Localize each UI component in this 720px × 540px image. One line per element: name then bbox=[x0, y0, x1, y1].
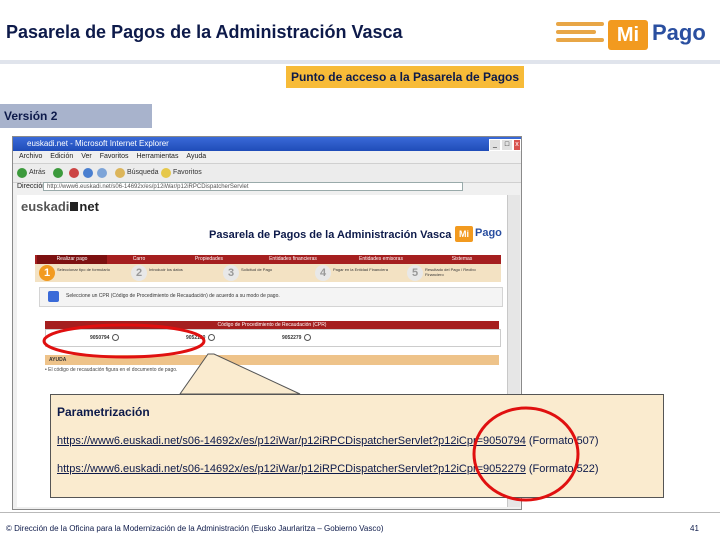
step-text: Seleccionar tipo de formulario bbox=[57, 267, 110, 272]
minimize-icon[interactable]: _ bbox=[489, 139, 501, 151]
cpr-option-label: 9052180 bbox=[186, 334, 206, 341]
tab-realizar-pago[interactable]: Realizar pago bbox=[37, 255, 107, 264]
tab-entidades-emisoras[interactable]: Entidades emisoras bbox=[339, 255, 423, 264]
cpr-url-link[interactable]: https://www6.euskadi.net/s06-14692x/es/p… bbox=[57, 435, 526, 447]
select-cpr-instruction: Seleccione un CPR (Código de Procedimien… bbox=[39, 287, 503, 307]
tab-sistemas[interactable]: Sistemas bbox=[427, 255, 497, 264]
euskadi-logo-a: euskadi bbox=[21, 199, 70, 214]
inner-tab-bar: Realizar pago Carro Propiedades Entidade… bbox=[35, 255, 501, 264]
search-icon[interactable] bbox=[115, 168, 125, 178]
menu-item-herramientas[interactable]: Herramientas bbox=[136, 151, 178, 163]
cpr-option-label: 9052279 bbox=[282, 334, 302, 341]
help-text: • El código de recaudación figura en el … bbox=[45, 367, 178, 373]
euskadi-logo: euskadi net bbox=[21, 199, 99, 214]
logo-word: Pago bbox=[652, 20, 706, 45]
inner-logo-word: Pago bbox=[475, 227, 502, 239]
step-text: Resultado del Pago / Recibo Financiero bbox=[425, 267, 476, 277]
step-text: Solicitud de Pago bbox=[241, 267, 273, 272]
logo-box: Mi bbox=[608, 20, 648, 50]
mipago-logo: Mi Pago bbox=[556, 14, 714, 54]
euskadi-logo-square bbox=[70, 202, 79, 211]
footer-copyright: © Dirección de la Oficina para la Modern… bbox=[6, 524, 384, 533]
cpr-table-header: Código de Procedimiento de Recaudación (… bbox=[45, 321, 499, 329]
header-divider bbox=[0, 60, 720, 64]
inner-mipago-logo: Mi Pago bbox=[449, 225, 502, 243]
stop-icon[interactable] bbox=[69, 168, 79, 178]
help-header: AYUDA bbox=[45, 355, 499, 365]
cpr-option[interactable]: 9050794 bbox=[90, 334, 120, 341]
callout-link-row: https://www6.euskadi.net/s06-14692x/es/p… bbox=[57, 463, 599, 475]
cpr-option[interactable]: 9052279 bbox=[282, 334, 312, 341]
cpr-option[interactable]: 9052180 bbox=[186, 334, 216, 341]
tab-propiedades[interactable]: Propiedades bbox=[171, 255, 247, 264]
window-title: euskadi.net - Microsoft Internet Explore… bbox=[13, 137, 521, 151]
logo-speed-line bbox=[556, 22, 604, 26]
radio-button[interactable] bbox=[208, 334, 216, 341]
step-number: 1 bbox=[39, 265, 55, 281]
address-field[interactable]: http://www6.euskadi.net/s06-14692x/es/p1… bbox=[43, 182, 463, 191]
wizard-step: 2 Introducir los datos bbox=[129, 265, 215, 281]
favorites-star-icon[interactable] bbox=[161, 168, 171, 178]
close-icon[interactable]: x bbox=[513, 139, 521, 151]
parametrization-callout: Parametrización https://www6.euskadi.net… bbox=[50, 394, 664, 498]
menu-item-archivo[interactable]: Archivo bbox=[19, 151, 42, 163]
back-arrow-icon[interactable] bbox=[17, 168, 27, 178]
version-label: Versión 2 bbox=[0, 104, 152, 128]
wizard-step: 5 Resultado del Pago / Recibo Financiero bbox=[405, 265, 491, 281]
radio-button[interactable] bbox=[112, 334, 120, 341]
footer-divider bbox=[0, 512, 720, 513]
wizard-step: 1 Seleccionar tipo de formulario bbox=[37, 265, 123, 281]
tab-entidades-financieras[interactable]: Entidades financieras bbox=[251, 255, 335, 264]
browser-toolbar: Atrás Búsqueda Favoritos bbox=[13, 163, 521, 183]
wizard-steps: 1 Seleccionar tipo de formulario 2 Intro… bbox=[35, 264, 501, 282]
page-number: 41 bbox=[690, 524, 699, 533]
address-row: Dirección http://www6.euskadi.net/s06-14… bbox=[13, 181, 521, 193]
cpr-url-link[interactable]: https://www6.euskadi.net/s06-14692x/es/p… bbox=[57, 463, 526, 475]
access-label: Punto de acceso a la Pasarela de Pagos bbox=[286, 66, 524, 88]
home-icon[interactable] bbox=[97, 168, 107, 178]
logo-speed-line bbox=[556, 38, 604, 42]
inner-logo-box: Mi bbox=[455, 226, 473, 242]
cpr-options-row: 9050794 9052180 9052279 bbox=[45, 329, 501, 347]
menu-item-ayuda[interactable]: Ayuda bbox=[186, 151, 206, 163]
title-band: Pasarela de Pagos de la Administración V… bbox=[0, 0, 720, 60]
page-title: Pasarela de Pagos de la Administración V… bbox=[6, 22, 403, 42]
refresh-icon[interactable] bbox=[83, 168, 93, 178]
wizard-step: 4 Pagar en la Entidad Financiera bbox=[313, 265, 399, 281]
menu-item-edicion[interactable]: Edición bbox=[50, 151, 73, 163]
step-text: Introducir los datos bbox=[149, 267, 183, 272]
favorites-button[interactable]: Favoritos bbox=[173, 169, 202, 176]
menu-item-ver[interactable]: Ver bbox=[81, 151, 92, 163]
menu-bar: Archivo Edición Ver Favoritos Herramient… bbox=[13, 151, 521, 163]
step-number: 5 bbox=[407, 265, 423, 281]
address-label: Dirección bbox=[17, 183, 47, 190]
info-icon bbox=[48, 291, 59, 302]
back-button[interactable]: Atrás bbox=[29, 169, 45, 176]
format-label: (Formato 507) bbox=[528, 435, 599, 447]
euskadi-logo-b: net bbox=[79, 199, 99, 214]
callout-link-row: https://www6.euskadi.net/s06-14692x/es/p… bbox=[57, 435, 599, 447]
search-button[interactable]: Búsqueda bbox=[127, 169, 159, 176]
step-number: 4 bbox=[315, 265, 331, 281]
logo-speed-line bbox=[556, 30, 596, 34]
tab-carro[interactable]: Carro bbox=[111, 255, 167, 264]
cpr-option-label: 9050794 bbox=[90, 334, 110, 341]
inner-page-title: Pasarela de Pagos de la Administración V… bbox=[209, 229, 452, 241]
menu-item-favoritos[interactable]: Favoritos bbox=[100, 151, 129, 163]
format-label: (Formato 522) bbox=[528, 463, 599, 475]
step-text: Pagar en la Entidad Financiera bbox=[333, 267, 388, 272]
footer: © Dirección de la Oficina para la Modern… bbox=[0, 514, 720, 540]
step-number: 3 bbox=[223, 265, 239, 281]
forward-arrow-icon[interactable] bbox=[53, 168, 63, 178]
radio-button[interactable] bbox=[304, 334, 312, 341]
maximize-icon[interactable]: □ bbox=[501, 139, 513, 151]
wizard-step: 3 Solicitud de Pago bbox=[221, 265, 307, 281]
step-number: 2 bbox=[131, 265, 147, 281]
select-cpr-text: Seleccione un CPR (Código de Procedimien… bbox=[66, 293, 280, 299]
callout-title: Parametrización bbox=[57, 405, 150, 419]
